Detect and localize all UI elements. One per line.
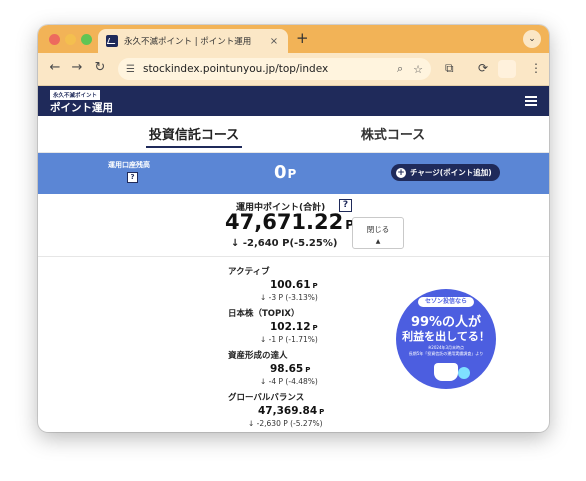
fund-item[interactable]: 日本株（TOPIX） 102.12 P ↓ -1 P (-1.71%) [228, 307, 318, 344]
fund-value: 47,369.84 P [258, 405, 324, 417]
fund-name: 資産形成の達人 [228, 351, 288, 361]
fund-name: グローバルバランス [228, 393, 305, 403]
bookmark-star-icon[interactable]: ☆ [413, 63, 423, 76]
tab-investment-trust-course[interactable]: 投資信託コース [146, 124, 242, 148]
site-header: 永久不滅ポイント ポイント運用 [38, 86, 549, 116]
fund-value-unit: P [312, 282, 318, 290]
plus-circle-icon: + [396, 167, 406, 178]
extensions-icon[interactable]: ⧉ [445, 61, 454, 76]
ad-note: 長期5年「投資信託の運用実績調査」より [408, 351, 484, 356]
fund-value-unit: P [312, 324, 318, 332]
balance-value: 0P [274, 162, 296, 183]
hamburger-menu-icon[interactable] [525, 96, 537, 108]
fund-change: ↓ -2,630 P (-5.27%) [248, 419, 323, 428]
thumbs-up-icon [434, 363, 458, 381]
profile-avatar[interactable] [498, 60, 516, 78]
tab-close-icon[interactable]: × [268, 36, 280, 47]
summary-change: ↓ -2,640 P(-5.25%) [231, 238, 338, 249]
fund-change: ↓ -3 P (-3.13%) [260, 293, 318, 302]
site-info-icon[interactable]: ☰ [126, 64, 135, 75]
caret-up-icon: ▲ [375, 238, 381, 245]
ad-subheadline: 利益を出してる！ [402, 330, 490, 343]
url-text[interactable]: stockindex.pointunyou.jp/top/index [143, 63, 387, 75]
fund-change: ↓ -4 P (-4.48%) [260, 377, 318, 386]
balance-unit: P [287, 167, 297, 181]
promo-banner[interactable]: セゾン投信なら 99%の人が 利益を出してる！ ※2024年3月末時点 長期5年… [396, 289, 496, 389]
maximize-window-button[interactable] [81, 34, 92, 45]
ad-pill-label: セゾン投信なら [418, 297, 474, 307]
site-logo[interactable]: ポイント運用 [50, 100, 113, 115]
fund-value: 100.61 P [270, 279, 318, 291]
logo-subtitle[interactable]: 永久不滅ポイント [50, 90, 101, 100]
fund-item[interactable]: グローバルバランス 47,369.84 P ↓ -2,630 P (-5.27%) [228, 391, 324, 428]
fund-value-amount: 47,369.84 [258, 405, 318, 417]
fund-value-unit: P [319, 408, 325, 416]
badge-icon [458, 367, 470, 379]
points-summary: 運用中ポイント(合計) ? 47,671.22 P ↓ -2,640 P(-5.2… [38, 194, 549, 257]
course-tabs: 投資信託コース 株式コース [38, 116, 549, 153]
fund-item[interactable]: アクティブ 100.61 P ↓ -3 P (-3.13%) [228, 265, 318, 302]
browser-tab[interactable]: 永久不滅ポイント | ポイント運用 × [98, 29, 288, 53]
balance-label: 運用口座残高 [108, 161, 150, 169]
reload-icon[interactable]: ↻ [91, 60, 109, 75]
address-bar[interactable]: ☰ stockindex.pointunyou.jp/top/index ⌕ ☆ [118, 58, 431, 80]
fund-item[interactable]: 資産形成の達人 98.65 P ↓ -4 P (-4.48%) [228, 349, 318, 386]
tab-stock-course[interactable]: 株式コース [348, 124, 438, 143]
charge-button[interactable]: + チャージ(ポイント追加) [391, 164, 500, 181]
fund-value-amount: 98.65 [270, 363, 304, 375]
browser-menu-icon[interactable]: ⋮ [530, 61, 542, 75]
minimize-window-button[interactable] [65, 34, 76, 45]
summary-total: 47,671.22 P [225, 210, 354, 234]
sync-icon[interactable]: ⟳ [478, 61, 488, 75]
fund-value: 98.65 P [270, 363, 318, 375]
back-arrow-icon[interactable]: ← [46, 60, 64, 75]
tab-search-button[interactable]: ⌄ [523, 30, 541, 48]
fund-value-amount: 102.12 [270, 321, 311, 333]
charge-button-label: チャージ(ポイント追加) [410, 168, 492, 177]
balance-help-icon[interactable]: ? [127, 172, 138, 183]
browser-toolbar: ← → ↻ ☰ stockindex.pointunyou.jp/top/ind… [38, 53, 549, 86]
fund-name: 日本株（TOPIX） [228, 309, 300, 319]
close-button-label: 閉じる [366, 225, 390, 234]
fund-change: ↓ -1 P (-1.71%) [260, 335, 318, 344]
fund-name: アクティブ [228, 267, 270, 277]
zoom-icon[interactable]: ⌕ [397, 62, 403, 76]
site-favicon-icon [106, 35, 118, 47]
forward-arrow-icon[interactable]: → [68, 60, 86, 75]
fund-value: 102.12 P [270, 321, 318, 333]
fund-value-amount: 100.61 [270, 279, 311, 291]
tab-strip: 永久不滅ポイント | ポイント運用 × + ⌄ [38, 25, 549, 53]
fund-value-unit: P [305, 366, 311, 374]
balance-amount: 0 [274, 162, 287, 183]
account-balance-bar: 運用口座残高 ? 0P + チャージ(ポイント追加) [38, 153, 549, 194]
summary-total-amount: 47,671.22 [225, 210, 344, 234]
close-details-button[interactable]: 閉じる ▲ [352, 217, 404, 249]
new-tab-button[interactable]: + [296, 29, 309, 47]
tab-title: 永久不滅ポイント | ポイント運用 [124, 37, 252, 47]
close-window-button[interactable] [49, 34, 60, 45]
